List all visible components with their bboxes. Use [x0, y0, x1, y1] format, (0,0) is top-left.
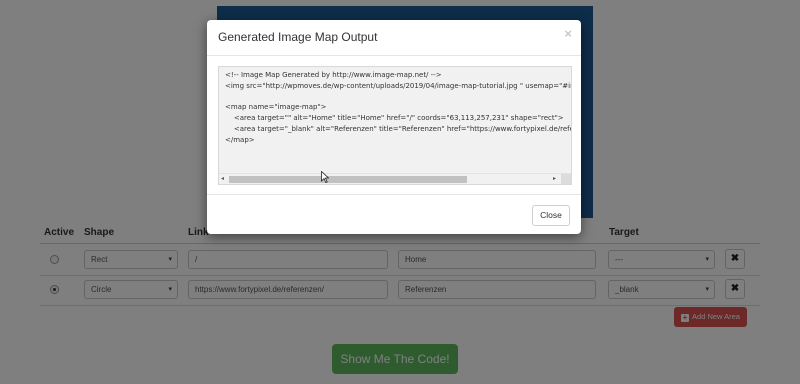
- resize-handle[interactable]: [561, 174, 571, 184]
- modal-title: Generated Image Map Output: [218, 30, 378, 44]
- code-output-textarea[interactable]: <!-- Image Map Generated by http://www.i…: [218, 66, 572, 185]
- scrollbar-thumb[interactable]: [229, 176, 467, 183]
- image-map-output-modal: Generated Image Map Output × <!-- Image …: [207, 20, 581, 234]
- modal-footer: Close: [207, 194, 581, 234]
- scroll-left-arrow-icon[interactable]: ◂: [221, 175, 224, 182]
- scroll-right-arrow-icon[interactable]: ▸: [553, 175, 556, 182]
- generated-code: <!-- Image Map Generated by http://www.i…: [225, 71, 571, 144]
- close-icon[interactable]: ×: [564, 26, 572, 41]
- mouse-cursor-icon: [321, 171, 329, 183]
- modal-header: Generated Image Map Output ×: [207, 20, 581, 56]
- horizontal-scrollbar[interactable]: ◂ ▸: [219, 171, 571, 184]
- close-button[interactable]: Close: [532, 205, 570, 226]
